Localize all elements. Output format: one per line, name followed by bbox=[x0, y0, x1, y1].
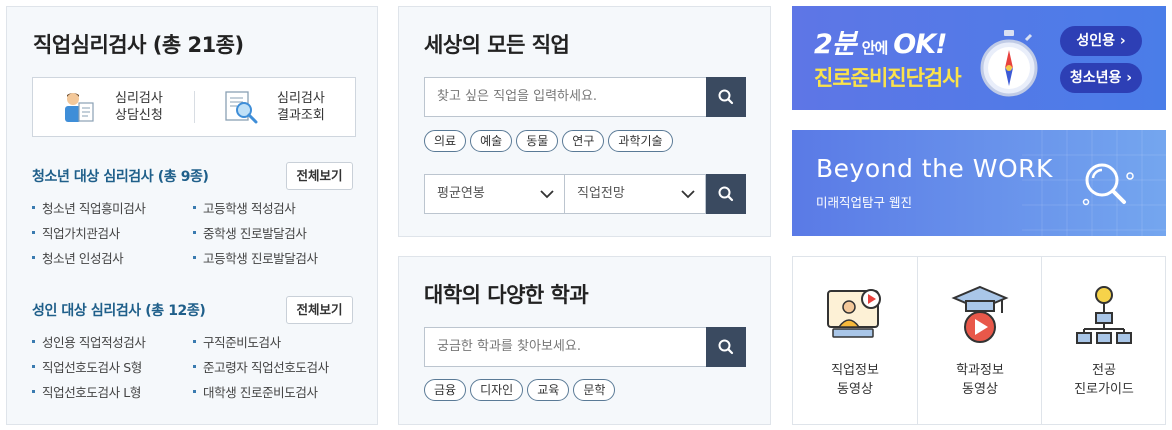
adult-tests-list-col2: 구직준비도검사 준고령자 직업선호도검사 대학생 진로준비도검사 bbox=[193, 330, 329, 405]
youth-tests-list-col2: 고등학생 적성검사 중학생 진로발달검사 고등학생 진로발달검사 bbox=[193, 196, 318, 271]
youth-test-link[interactable]: 중학생 진로발달검사 bbox=[193, 221, 318, 246]
psych-quick-links: 심리검사 상담신청 심리검사 결과조회 bbox=[32, 77, 356, 137]
major-search-placeholder: 궁금한 학과를 찾아보세요. bbox=[437, 339, 581, 354]
banner1-title: 진로준비진단검사 bbox=[814, 66, 962, 90]
job-tag-list: 의료 예술 동물 연구 과학기술 bbox=[424, 130, 673, 152]
banner2-title: Beyond the WORK bbox=[816, 154, 1053, 183]
result-lookup-line1: 심리검사 bbox=[277, 91, 325, 106]
adult-test-link[interactable]: 준고령자 직업선호도검사 bbox=[193, 355, 329, 380]
adult-test-link[interactable]: 성인용 직업적성검사 bbox=[32, 330, 146, 355]
youth-test-link[interactable]: 고등학생 진로발달검사 bbox=[193, 246, 318, 271]
job-filter-search-button[interactable] bbox=[706, 174, 746, 214]
major-video-item[interactable]: 학과정보 동영상 bbox=[918, 257, 1042, 424]
adult-test-link[interactable]: 직업선호도검사 L형 bbox=[32, 380, 145, 405]
major-guide-line1: 전공 bbox=[1092, 363, 1116, 378]
job-video-line2: 동영상 bbox=[837, 382, 873, 397]
search-icon bbox=[718, 186, 734, 202]
magnifier-icon bbox=[1082, 163, 1134, 206]
banner2-subtitle: 미래직업탐구 웹진 bbox=[816, 195, 912, 210]
youth-test-link[interactable]: 고등학생 적성검사 bbox=[193, 196, 318, 221]
job-tag[interactable]: 의료 bbox=[424, 130, 467, 152]
banner1-small-text: 안에 bbox=[861, 39, 889, 57]
outlook-select[interactable]: 직업전망 bbox=[564, 174, 706, 214]
major-search-input[interactable]: 궁금한 학과를 찾아보세요. bbox=[424, 327, 746, 367]
org-chart-icon bbox=[1076, 286, 1132, 344]
major-tag[interactable]: 디자인 bbox=[470, 379, 524, 401]
major-panel-title: 대학의 다양한 학과 bbox=[424, 283, 589, 307]
document-search-icon bbox=[223, 89, 259, 125]
youth-view-all-button[interactable]: 전체보기 bbox=[286, 162, 353, 190]
beyond-the-work-banner[interactable]: Beyond the WORK 미래직업탐구 웹진 bbox=[792, 130, 1166, 236]
job-tag[interactable]: 동물 bbox=[516, 130, 559, 152]
adult-view-all-button[interactable]: 전체보기 bbox=[286, 296, 353, 324]
youth-test-link[interactable]: 청소년 인성검사 bbox=[32, 246, 145, 271]
adult-tests-list-col1: 성인용 직업적성검사 직업선호도검사 S형 직업선호도검사 L형 bbox=[32, 330, 146, 405]
adult-test-link[interactable]: 구직준비도검사 bbox=[193, 330, 329, 355]
psych-test-panel: 직업심리검사 (총 21종) 심리검사 상담신청 심리검사 결과조회 청소년 대… bbox=[6, 6, 378, 425]
job-tag[interactable]: 과학기술 bbox=[608, 130, 673, 152]
result-lookup-line2: 결과조회 bbox=[277, 108, 325, 123]
psych-panel-title: 직업심리검사 (총 21종) bbox=[33, 33, 244, 57]
major-tag-list: 금융 디자인 교육 문학 bbox=[424, 379, 616, 401]
major-video-line2: 동영상 bbox=[962, 382, 998, 397]
search-icon bbox=[718, 339, 734, 355]
adult-test-button[interactable]: 성인용 › bbox=[1060, 26, 1142, 56]
job-search-input[interactable]: 찾고 싶은 직업을 입력하세요. bbox=[424, 77, 746, 117]
banner1-ok-text: OK! bbox=[893, 29, 947, 60]
major-tag[interactable]: 금융 bbox=[424, 379, 467, 401]
chevron-down-icon bbox=[681, 190, 695, 199]
job-panel-title: 세상의 모든 직업 bbox=[424, 33, 570, 57]
major-video-icon bbox=[951, 285, 1009, 343]
job-video-line1: 직업정보 bbox=[831, 363, 879, 378]
search-icon bbox=[718, 89, 734, 105]
adult-test-link[interactable]: 직업선호도검사 S형 bbox=[32, 355, 145, 380]
quick-link-divider bbox=[194, 91, 195, 123]
major-search-panel: 대학의 다양한 학과 궁금한 학과를 찾아보세요. 금융 디자인 교육 문학 bbox=[398, 256, 771, 425]
major-guide-item[interactable]: 전공 진로가이드 bbox=[1042, 257, 1166, 424]
outlook-select-value: 직업전망 bbox=[577, 186, 625, 201]
major-search-button[interactable] bbox=[706, 327, 746, 367]
youth-tests-list-col1: 청소년 직업흥미검사 직업가치관검사 청소년 인성검사 bbox=[32, 196, 146, 271]
job-search-placeholder: 찾고 싶은 직업을 입력하세요. bbox=[437, 89, 598, 104]
result-lookup-button[interactable]: 심리검사 결과조회 bbox=[223, 78, 325, 136]
youth-test-link[interactable]: 청소년 직업흥미검사 bbox=[32, 196, 146, 221]
video-guide-panel: 직업정보 동영상 학과정보 동영상 전공 진로가이드 bbox=[792, 256, 1166, 425]
counsel-apply-line1: 심리검사 bbox=[115, 91, 163, 106]
counsel-apply-button[interactable]: 심리검사 상담신청 bbox=[61, 78, 163, 136]
job-search-button[interactable] bbox=[706, 77, 746, 117]
job-video-item[interactable]: 직업정보 동영상 bbox=[793, 257, 917, 424]
chevron-down-icon bbox=[540, 190, 554, 199]
major-tag[interactable]: 문학 bbox=[573, 379, 616, 401]
youth-test-button[interactable]: 청소년용 › bbox=[1060, 63, 1142, 93]
major-guide-line2: 진로가이드 bbox=[1074, 382, 1134, 397]
youth-tests-heading[interactable]: 청소년 대상 심리검사 (총 9종) bbox=[32, 166, 209, 186]
counsel-apply-line2: 상담신청 bbox=[115, 108, 163, 123]
career-readiness-banner[interactable]: 2분 안에 OK! 진로준비진단검사 성인용 › 청소년용 › bbox=[792, 6, 1166, 110]
major-tag[interactable]: 교육 bbox=[527, 379, 570, 401]
job-video-icon bbox=[827, 289, 881, 338]
salary-select-value: 평균연봉 bbox=[437, 186, 485, 201]
job-tag[interactable]: 예술 bbox=[470, 130, 513, 152]
adult-tests-heading[interactable]: 성인 대상 심리검사 (총 12종) bbox=[32, 300, 206, 320]
banner1-big-text: 2분 bbox=[814, 29, 857, 60]
adult-test-link[interactable]: 대학생 진로준비도검사 bbox=[193, 380, 329, 405]
counselor-icon bbox=[61, 89, 97, 125]
job-tag[interactable]: 연구 bbox=[562, 130, 605, 152]
salary-select[interactable]: 평균연봉 bbox=[424, 174, 565, 214]
stopwatch-compass-icon bbox=[980, 30, 1038, 97]
youth-test-link[interactable]: 직업가치관검사 bbox=[32, 221, 145, 246]
major-video-line1: 학과정보 bbox=[956, 363, 1004, 378]
job-search-panel: 세상의 모든 직업 찾고 싶은 직업을 입력하세요. 의료 예술 동물 연구 과… bbox=[398, 6, 771, 237]
